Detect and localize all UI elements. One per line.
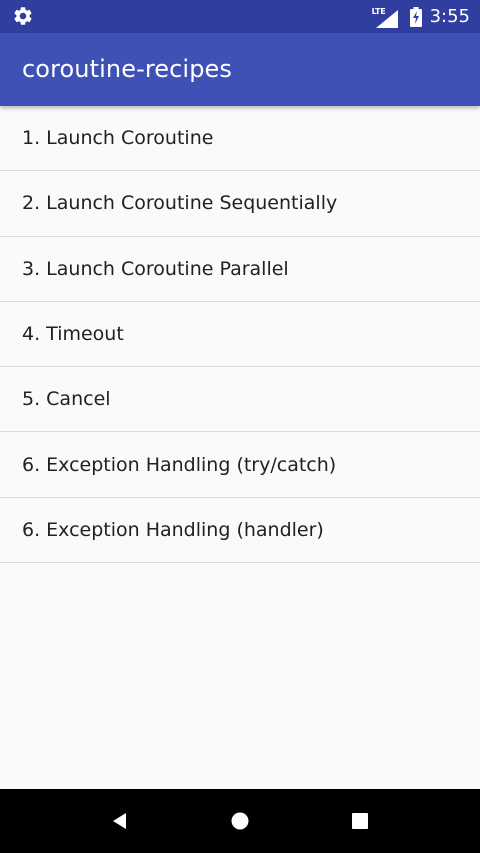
list-item-cancel[interactable]: 5. Cancel bbox=[0, 367, 480, 433]
list-item-label: 6. Exception Handling (handler) bbox=[22, 518, 324, 541]
back-icon[interactable] bbox=[110, 811, 130, 831]
app-screen: LTE 3:55 coroutine-recipes 1. Launch Cor… bbox=[0, 0, 480, 853]
network-indicator: LTE bbox=[372, 6, 398, 28]
list-item-label: 4. Timeout bbox=[22, 323, 124, 346]
recents-icon[interactable] bbox=[350, 811, 370, 831]
app-toolbar: coroutine-recipes bbox=[0, 33, 480, 106]
list-item-label: 2. Launch Coroutine Sequentially bbox=[22, 192, 338, 215]
signal-icon bbox=[375, 9, 398, 28]
app-title: coroutine-recipes bbox=[22, 55, 233, 83]
list-item-exception-handler[interactable]: 6. Exception Handling (handler) bbox=[0, 498, 480, 564]
status-bar: LTE 3:55 bbox=[0, 0, 480, 33]
list-item-launch-sequentially[interactable]: 2. Launch Coroutine Sequentially bbox=[0, 171, 480, 237]
status-time: 3:55 bbox=[429, 6, 470, 27]
battery-charging-icon bbox=[409, 6, 422, 27]
list-item-launch-parallel[interactable]: 3. Launch Coroutine Parallel bbox=[0, 237, 480, 302]
status-indicators: LTE 3:55 bbox=[372, 0, 470, 33]
recipe-list: 1. Launch Coroutine 2. Launch Coroutine … bbox=[0, 106, 480, 564]
list-item-timeout[interactable]: 4. Timeout bbox=[0, 302, 480, 368]
list-item-launch-coroutine[interactable]: 1. Launch Coroutine bbox=[0, 106, 480, 172]
settings-gear-icon bbox=[12, 5, 34, 27]
list-item-label: 3. Launch Coroutine Parallel bbox=[22, 257, 289, 280]
system-nav-bar bbox=[0, 789, 480, 853]
list-item-label: 6. Exception Handling (try/catch) bbox=[22, 453, 337, 476]
home-icon[interactable] bbox=[230, 811, 250, 831]
list-item-label: 5. Cancel bbox=[22, 388, 111, 411]
list-item-exception-try-catch[interactable]: 6. Exception Handling (try/catch) bbox=[0, 432, 480, 498]
list-item-label: 1. Launch Coroutine bbox=[22, 127, 214, 150]
